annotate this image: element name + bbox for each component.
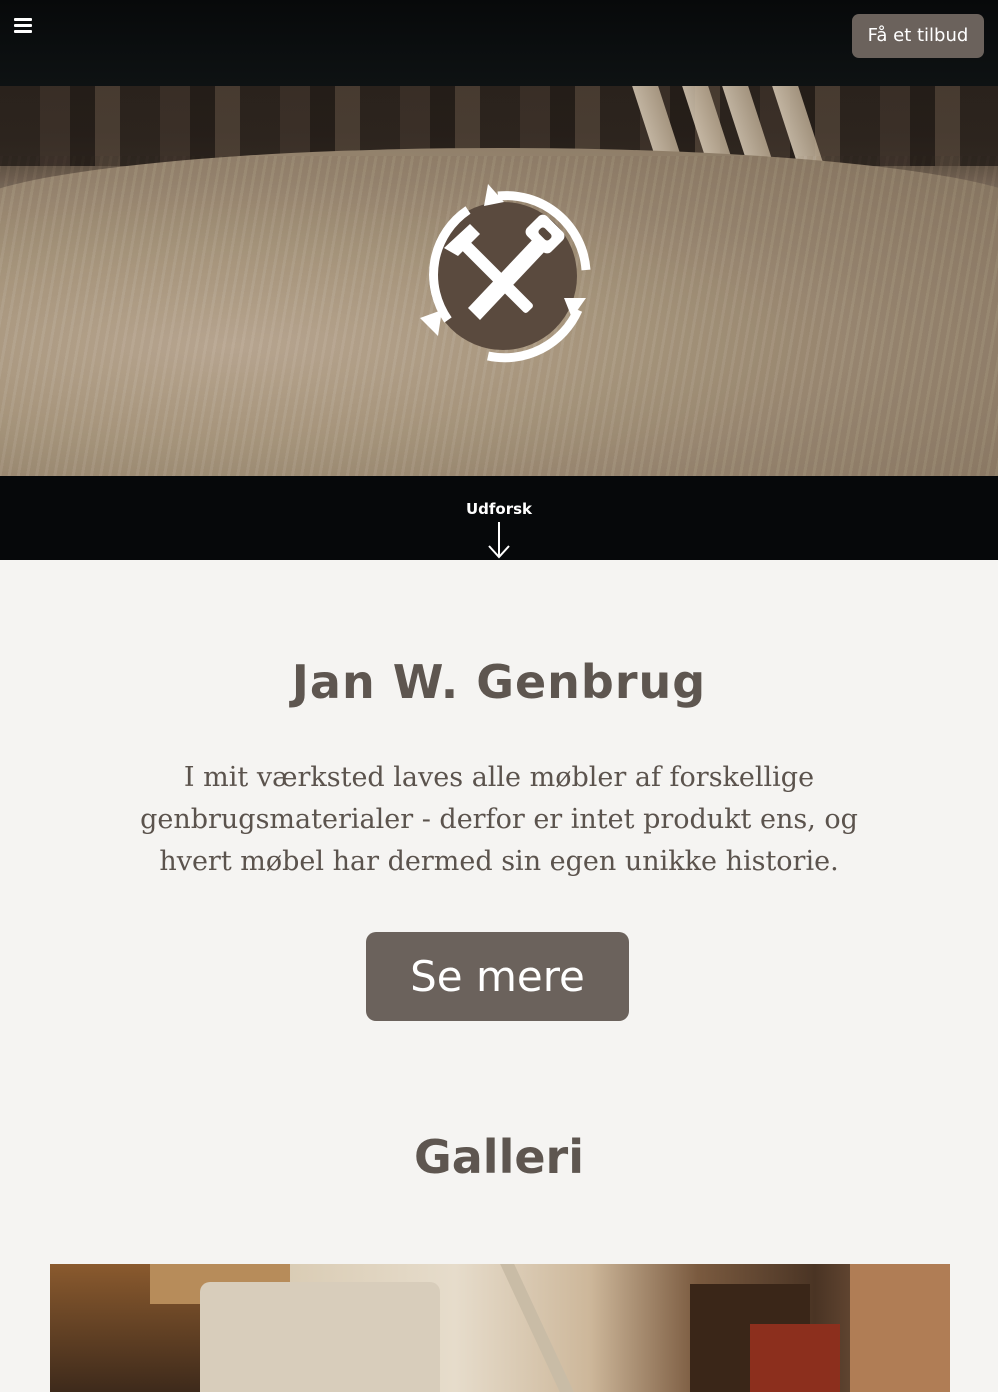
page-title: Jan W. Genbrug: [291, 655, 707, 709]
intro-text: I mit værksted laves alle møbler af fors…: [140, 762, 858, 877]
explore-link[interactable]: Udforsk: [0, 500, 998, 518]
see-more-button[interactable]: Se mere: [366, 932, 629, 1021]
gallery-image[interactable]: [50, 1264, 950, 1392]
get-quote-button[interactable]: Få et tilbud: [852, 14, 984, 58]
hero-section: Få et tilbud Udforsk: [0, 0, 998, 560]
top-navigation-bar: Få et tilbud: [0, 0, 998, 86]
gallery-title: Galleri: [414, 1130, 584, 1184]
arrow-down-icon[interactable]: [487, 522, 511, 560]
hamburger-menu-icon[interactable]: [14, 16, 34, 36]
hammer-saw-recycle-icon: [420, 184, 591, 363]
